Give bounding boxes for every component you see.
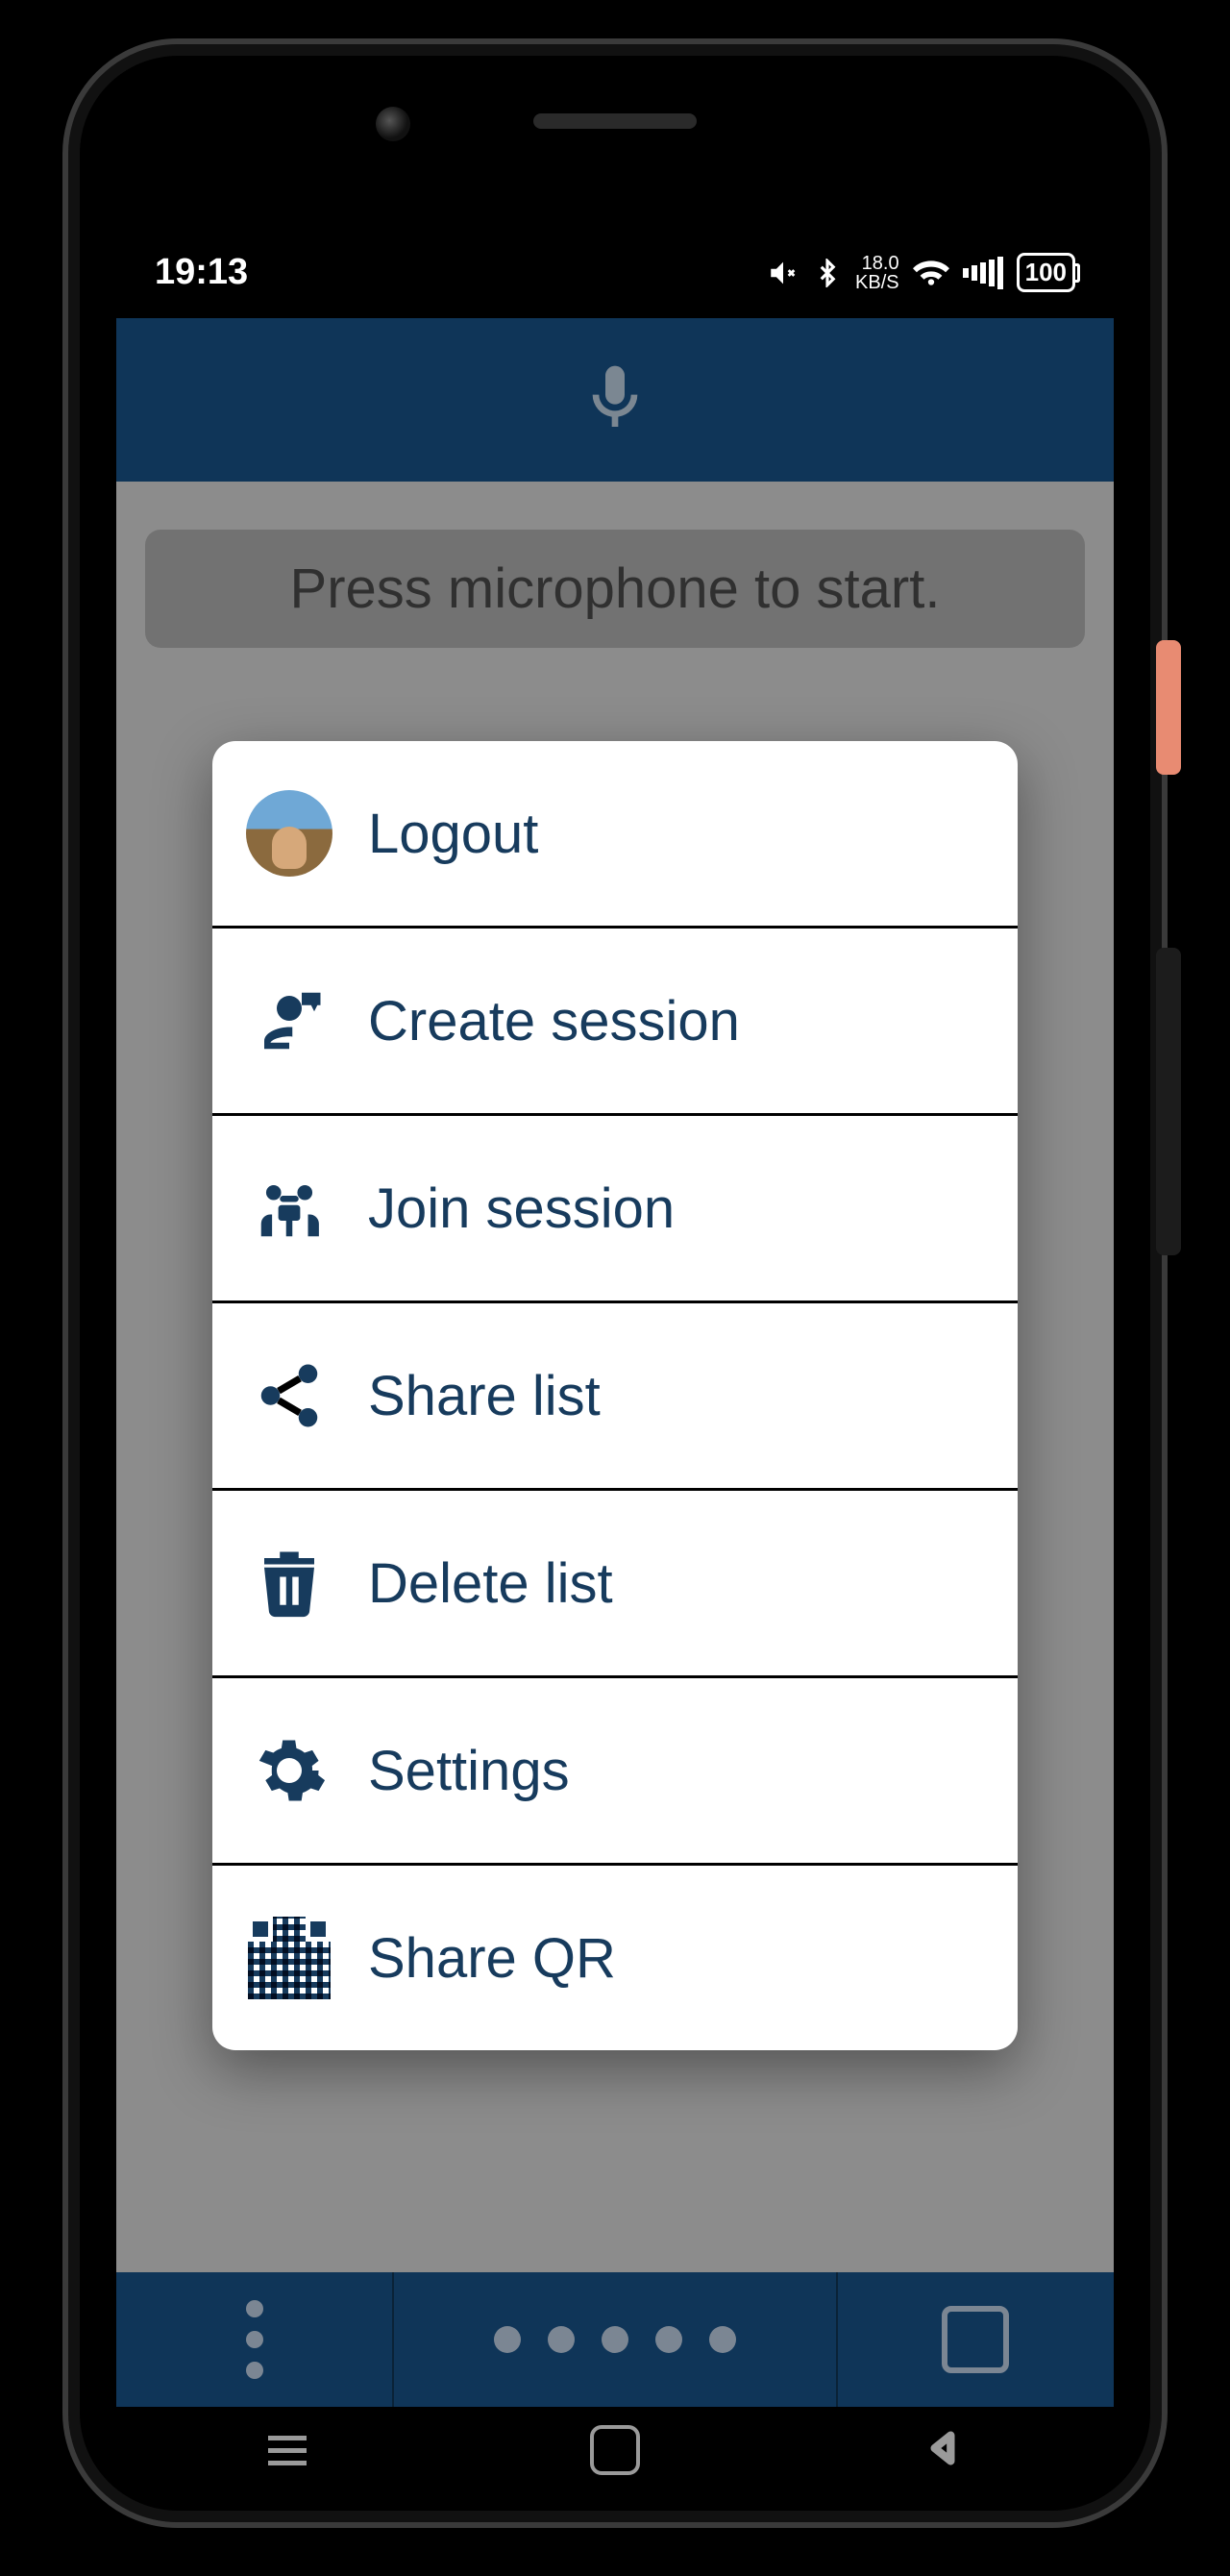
menu-item-label: Share list	[368, 1364, 601, 1428]
menu-item-label: Create session	[368, 989, 740, 1053]
menu-item-label: Join session	[368, 1177, 675, 1241]
menu-item-delete-list[interactable]: Delete list	[212, 1491, 1018, 1678]
share-icon	[241, 1358, 337, 1433]
status-time: 19:13	[155, 252, 248, 293]
join-session-icon	[241, 1171, 337, 1246]
wifi-icon	[913, 255, 949, 291]
menu-popup: Logout Create session Join session	[212, 741, 1018, 2050]
qr-icon	[241, 1917, 337, 1999]
phone-earpiece	[533, 113, 697, 129]
nav-home-button[interactable]	[590, 2425, 640, 2475]
avatar-icon	[241, 790, 337, 877]
net-speed-value: 18.0	[862, 253, 899, 274]
statusbar: 19:13 18.0KB/S 100	[116, 227, 1114, 318]
phone-frame: 19:13 18.0KB/S 100	[62, 38, 1168, 2528]
trash-icon	[241, 1546, 337, 1621]
app-surface: Press microphone to start. Log	[116, 318, 1114, 2407]
battery-value: 100	[1025, 258, 1067, 287]
net-speed-indicator: 18.0KB/S	[855, 254, 899, 292]
menu-item-label: Settings	[368, 1739, 570, 1803]
nav-back-button[interactable]	[923, 2429, 962, 2472]
mute-icon	[767, 257, 800, 289]
menu-item-label: Logout	[368, 802, 538, 866]
bluetooth-icon	[813, 259, 842, 287]
gear-icon	[241, 1733, 337, 1808]
battery-indicator: 100	[1017, 253, 1075, 292]
menu-item-logout[interactable]: Logout	[212, 741, 1018, 929]
screen: 19:13 18.0KB/S 100	[116, 227, 1114, 2407]
phone-camera	[376, 107, 410, 141]
phone-side-button-lower	[1156, 948, 1181, 1255]
system-nav-bar	[126, 2416, 1104, 2484]
phone-side-button-upper	[1156, 640, 1181, 775]
menu-item-join-session[interactable]: Join session	[212, 1116, 1018, 1303]
create-session-icon	[241, 983, 337, 1058]
menu-item-label: Delete list	[368, 1551, 613, 1616]
menu-item-settings[interactable]: Settings	[212, 1678, 1018, 1866]
status-icons: 18.0KB/S 100	[767, 253, 1075, 292]
menu-item-share-list[interactable]: Share list	[212, 1303, 1018, 1491]
nav-recent-button[interactable]	[268, 2436, 307, 2465]
menu-item-label: Share QR	[368, 1926, 616, 1991]
menu-item-create-session[interactable]: Create session	[212, 929, 1018, 1116]
signal-icon	[963, 257, 1003, 289]
net-speed-unit: KB/S	[855, 272, 899, 293]
menu-item-share-qr[interactable]: Share QR	[212, 1866, 1018, 2050]
